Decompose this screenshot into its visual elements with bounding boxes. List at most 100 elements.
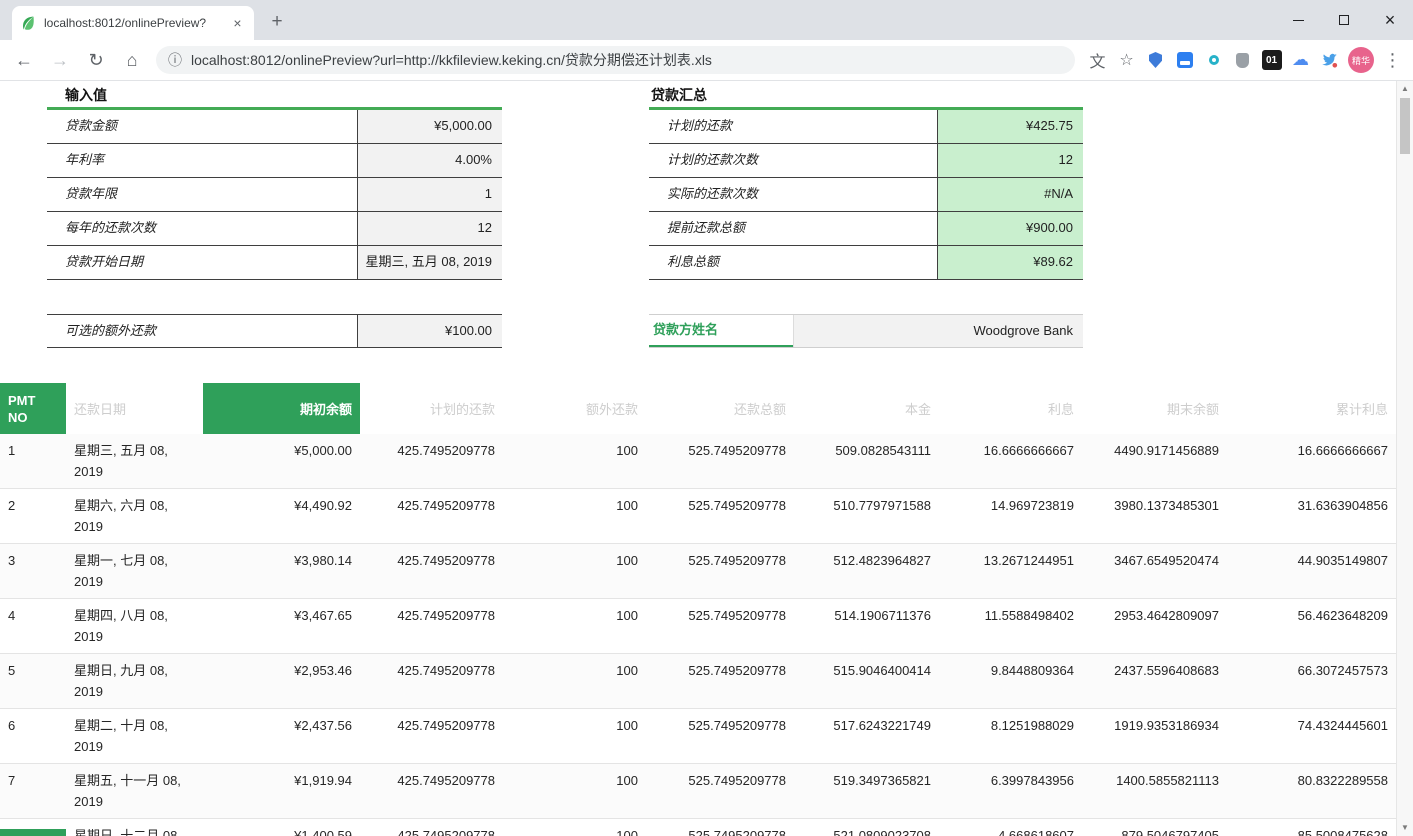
extra-payment-row: 可选的额外还款 ¥100.00 — [47, 314, 502, 348]
cell-total-payment: 525.7495209778 — [646, 434, 794, 489]
kkfileview-leaf-favicon-icon — [20, 15, 36, 31]
bird-extension-icon[interactable] — [1315, 46, 1344, 75]
cell-extra-payment: 100 — [503, 434, 646, 489]
cell-pmt-no: 2 — [0, 489, 66, 544]
schedule-row: 1 星期三, 五月 08, 2019 ¥5,000.00 425.7495209… — [0, 434, 1396, 489]
translate-icon[interactable]: 文 — [1083, 46, 1112, 75]
close-window-button[interactable]: × — [1367, 0, 1413, 40]
cell-pmt-no: 4 — [0, 599, 66, 654]
reload-button[interactable]: ↻ — [80, 44, 112, 76]
scroll-down-button[interactable]: ▼ — [1397, 820, 1413, 836]
cell-ending-balance: 2437.5596408683 — [1082, 654, 1227, 709]
input-row-label: 每年的还款次数 — [47, 212, 358, 245]
summary-row-label: 实际的还款次数 — [649, 178, 938, 211]
cell-extra-payment: 100 — [503, 489, 646, 544]
cell-extra-payment: 100 — [503, 599, 646, 654]
cell-cumulative-interest: 16.6666666667 — [1227, 434, 1396, 489]
cell-scheduled-payment: 425.7495209778 — [360, 489, 503, 544]
lender-row: 贷款方姓名 Woodgrove Bank — [649, 314, 1083, 348]
cell-scheduled-payment: 425.7495209778 — [360, 599, 503, 654]
header-cumulative-interest: 累计利息 — [1227, 383, 1396, 434]
input-row: 每年的还款次数 12 — [47, 212, 502, 246]
cell-payment-date: 星期四, 八月 08, 2019 — [66, 599, 203, 654]
cell-beginning-balance: ¥1,919.94 — [203, 764, 360, 819]
tab-strip: localhost:8012/onlinePreview? × + × — [0, 0, 1413, 40]
cell-beginning-balance: ¥3,467.65 — [203, 599, 360, 654]
bookmark-star-icon[interactable]: ☆ — [1112, 46, 1141, 75]
profile-avatar[interactable]: 精华 — [1348, 47, 1374, 73]
cell-pmt-no: 6 — [0, 709, 66, 764]
forward-button[interactable]: → — [44, 44, 76, 76]
loan-summary-table: 计划的还款 ¥425.75 计划的还款次数 12 实际的还款次数 #N/A — [649, 107, 1083, 280]
input-row-label: 贷款金额 — [47, 110, 358, 143]
cell-beginning-balance: ¥1,400.59 — [203, 819, 360, 836]
summary-row: 实际的还款次数 #N/A — [649, 178, 1083, 212]
input-row-value: 1 — [358, 178, 502, 211]
schedule-row: 5 星期日, 九月 08, 2019 ¥2,953.46 425.7495209… — [0, 654, 1396, 709]
cell-interest: 9.8448809364 — [939, 654, 1082, 709]
cell-extra-payment: 100 — [503, 819, 646, 836]
cell-cumulative-interest: 80.8322289558 — [1227, 764, 1396, 819]
cell-payment-date: 星期一, 七月 08, 2019 — [66, 544, 203, 599]
summary-row-value: ¥900.00 — [938, 212, 1083, 245]
lender-value: Woodgrove Bank — [793, 315, 1083, 347]
cell-ending-balance: 879.5046797405 — [1082, 819, 1227, 836]
gray-extension-icon[interactable] — [1228, 46, 1257, 75]
input-section-title: 输入值 — [47, 85, 502, 107]
minimize-button[interactable] — [1275, 0, 1321, 40]
browser-menu-button[interactable]: ⋮ — [1378, 46, 1407, 75]
back-button[interactable]: ← — [8, 44, 40, 76]
cell-scheduled-payment: 425.7495209778 — [360, 709, 503, 764]
schedule-row: 7 星期五, 十一月 08, 2019 ¥1,919.94 425.749520… — [0, 764, 1396, 819]
cell-cumulative-interest: 74.4324445601 — [1227, 709, 1396, 764]
header-interest: 利息 — [939, 383, 1082, 434]
badge-01-icon: 01 — [1262, 50, 1282, 70]
badge-01-extension-icon[interactable]: 01 — [1257, 46, 1286, 75]
cell-total-payment: 525.7495209778 — [646, 599, 794, 654]
cell-beginning-balance: ¥2,953.46 — [203, 654, 360, 709]
cell-pmt-no: 1 — [0, 434, 66, 489]
cell-payment-date: 星期三, 五月 08, 2019 — [66, 434, 203, 489]
cell-beginning-balance: ¥3,980.14 — [203, 544, 360, 599]
header-ending-balance: 期末余额 — [1082, 383, 1227, 434]
schedule-row: 3 星期一, 七月 08, 2019 ¥3,980.14 425.7495209… — [0, 544, 1396, 599]
input-row: 贷款年限 1 — [47, 178, 502, 212]
cell-ending-balance: 3467.6549520474 — [1082, 544, 1227, 599]
cloud-extension-icon[interactable]: ☁ — [1286, 46, 1315, 75]
scroll-up-button[interactable]: ▲ — [1397, 81, 1413, 97]
cell-total-payment: 525.7495209778 — [646, 764, 794, 819]
page-info-icon[interactable]: ⓘ — [168, 50, 182, 70]
gray-icon — [1236, 53, 1249, 68]
home-button[interactable]: ⌂ — [116, 44, 148, 76]
cell-interest: 4.668618607 — [939, 819, 1082, 836]
cell-beginning-balance: ¥2,437.56 — [203, 709, 360, 764]
address-bar[interactable]: ⓘ localhost:8012/onlinePreview?url=http:… — [156, 46, 1075, 74]
tab-close-icon[interactable]: × — [229, 15, 246, 32]
input-row-value: 4.00% — [358, 144, 502, 177]
shield-extension-icon[interactable] — [1141, 46, 1170, 75]
browser-tab[interactable]: localhost:8012/onlinePreview? × — [12, 6, 254, 40]
maximize-icon — [1339, 15, 1349, 25]
cell-interest: 11.5588498402 — [939, 599, 1082, 654]
header-extra-payment: 额外还款 — [503, 383, 646, 434]
scrollbar-thumb[interactable] — [1400, 98, 1410, 154]
summary-row-value: ¥425.75 — [938, 110, 1083, 143]
ring-extension-icon[interactable] — [1199, 46, 1228, 75]
cell-payment-date: 星期日, 九月 08, 2019 — [66, 654, 203, 709]
summary-section-title: 贷款汇总 — [649, 85, 1083, 107]
cell-ending-balance: 4490.9171456889 — [1082, 434, 1227, 489]
blue-square-extension-icon[interactable] — [1170, 46, 1199, 75]
schedule-row: 2 星期六, 六月 08, 2019 ¥4,490.92 425.7495209… — [0, 489, 1396, 544]
cell-beginning-balance: ¥4,490.92 — [203, 489, 360, 544]
ring-icon — [1209, 55, 1219, 65]
cell-scheduled-payment: 425.7495209778 — [360, 434, 503, 489]
window-controls: × — [1275, 0, 1413, 40]
blue-square-icon — [1177, 52, 1193, 68]
cell-extra-payment: 100 — [503, 764, 646, 819]
maximize-button[interactable] — [1321, 0, 1367, 40]
partially-visible-next-section — [0, 829, 66, 836]
tab-title: localhost:8012/onlinePreview? — [44, 16, 229, 30]
cell-principal: 510.7797971588 — [794, 489, 939, 544]
vertical-scrollbar[interactable]: ▲ ▼ — [1396, 81, 1413, 836]
new-tab-button[interactable]: + — [264, 9, 290, 35]
